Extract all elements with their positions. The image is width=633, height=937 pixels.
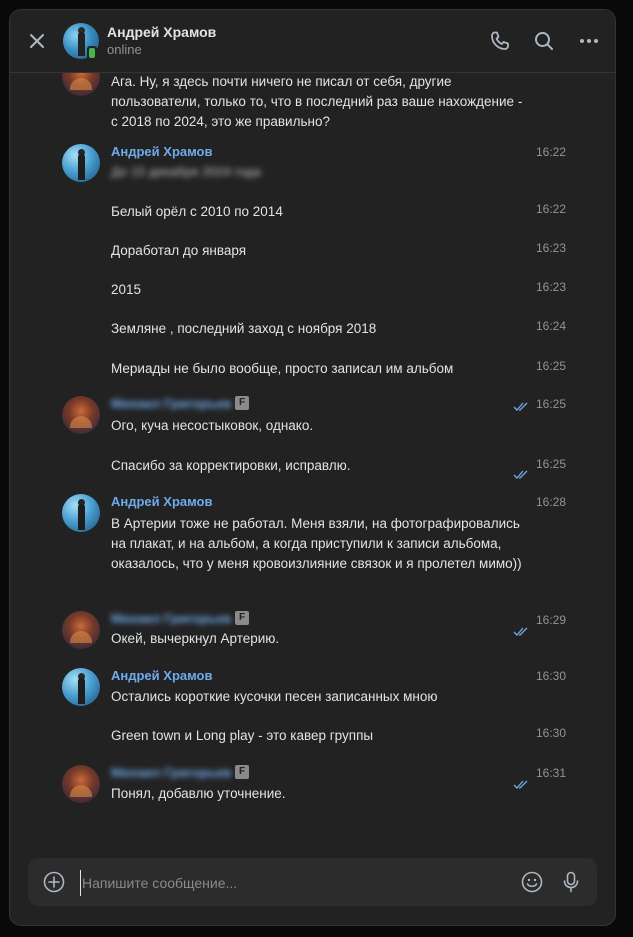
message-text: Земляне , последний заход с ноября 2018 xyxy=(111,321,377,336)
online-status: online xyxy=(107,42,142,57)
message-time: 16:25 xyxy=(535,397,566,411)
message-time: 16:31 xyxy=(535,766,566,780)
phone-icon[interactable] xyxy=(488,29,512,53)
message-text: Остались короткие кусочки песен записанн… xyxy=(111,689,438,704)
message-time: 16:25 xyxy=(535,457,566,471)
microphone-icon[interactable] xyxy=(559,870,583,894)
double-check-icon xyxy=(513,402,528,411)
message-composer xyxy=(28,858,597,906)
message-text: До 15 декабря 2024 года xyxy=(111,164,261,179)
message-time: 16:29 xyxy=(535,613,566,627)
message-time: 16:23 xyxy=(535,241,566,255)
plus-circle-icon[interactable] xyxy=(42,870,66,894)
sender-name[interactable]: Михаил Григорьев xyxy=(111,611,231,626)
message-time: 16:30 xyxy=(535,669,566,683)
sender-name[interactable]: Андрей Храмов xyxy=(111,668,213,683)
chat-header: Андрей Храмов online xyxy=(10,10,615,73)
message-list[interactable]: Ага. Ну, я здесь почти ничего не писал о… xyxy=(10,72,615,852)
avatar[interactable] xyxy=(62,396,100,434)
badge-icon: F xyxy=(235,611,249,625)
chat-title[interactable]: Андрей Храмов xyxy=(107,24,216,40)
message-time: 16:23 xyxy=(535,280,566,294)
message-time: 16:25 xyxy=(535,359,566,373)
message-text: Доработал до января xyxy=(111,243,247,258)
search-icon[interactable] xyxy=(532,29,556,53)
message-text: Ага. Ну, я здесь почти ничего не писал о… xyxy=(111,74,523,129)
emoji-icon[interactable] xyxy=(520,870,544,894)
message-time: 16:22 xyxy=(535,202,566,216)
online-mobile-icon xyxy=(87,46,97,60)
message-time: 16:22 xyxy=(535,145,566,159)
message-text: Green town и Long play - это кавер групп… xyxy=(111,728,374,743)
message-text: 2015 xyxy=(111,282,142,297)
badge-icon: F xyxy=(235,396,249,410)
badge-icon: F xyxy=(235,765,249,779)
message-text: В Артерии тоже не работал. Меня взяли, н… xyxy=(111,516,522,571)
sender-name[interactable]: Михаил Григорьев xyxy=(111,396,231,411)
message-text: Мериады не было вообще, просто записал и… xyxy=(111,361,454,376)
sender-name[interactable]: Андрей Храмов xyxy=(111,494,213,509)
sender-name[interactable]: Михаил Григорьев xyxy=(111,765,231,780)
avatar[interactable] xyxy=(62,611,100,649)
avatar[interactable] xyxy=(62,72,100,96)
avatar[interactable] xyxy=(62,668,100,706)
more-icon[interactable] xyxy=(577,29,601,53)
message-text: Ого, куча несостыковок, однако. xyxy=(111,418,314,433)
close-icon[interactable] xyxy=(26,30,48,52)
avatar[interactable] xyxy=(62,494,100,532)
message-text: Понял, добавлю уточнение. xyxy=(111,786,286,801)
message-text: Белый орёл с 2010 по 2014 xyxy=(111,204,283,219)
avatar[interactable] xyxy=(62,144,100,182)
message-time: 16:30 xyxy=(535,726,566,740)
sender-name[interactable]: Андрей Храмов xyxy=(111,144,213,159)
avatar[interactable] xyxy=(62,765,100,803)
message-text: Окей, вычеркнул Артерию. xyxy=(111,631,280,646)
message-text: Спасибо за корректировки, исправлю. xyxy=(111,458,351,473)
message-time: 16:28 xyxy=(535,495,566,509)
message-time: 16:24 xyxy=(535,319,566,333)
message-input[interactable] xyxy=(80,870,504,896)
chat-window: Андрей Храмов online Ага. Ну, я здесь по… xyxy=(9,9,616,926)
